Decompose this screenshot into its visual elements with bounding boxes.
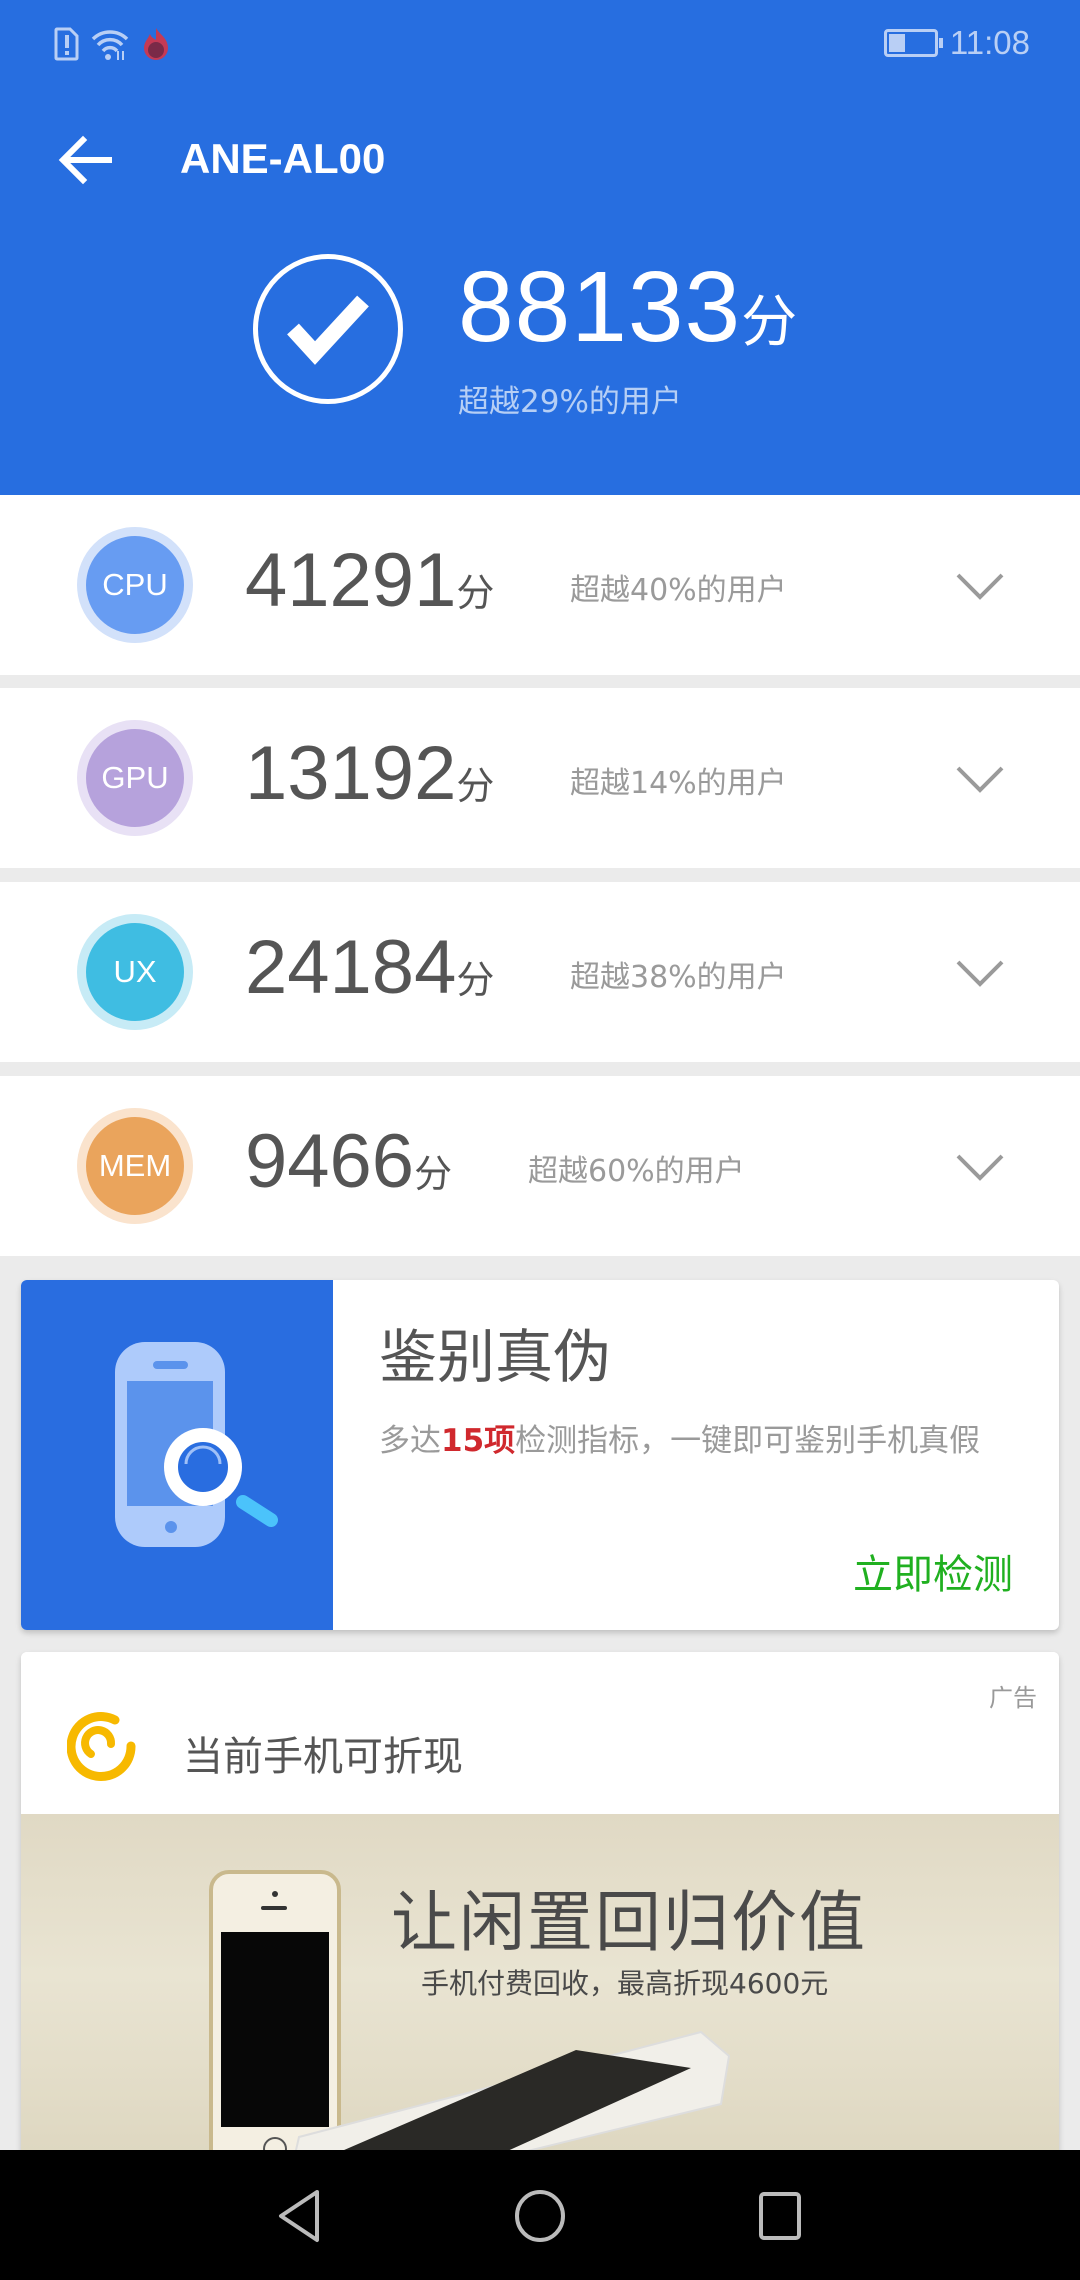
- ad-subline: 手机付费回收，最高折现4600元: [421, 1967, 829, 2000]
- swirl-logo-icon: [67, 1712, 136, 1781]
- nav-home-button[interactable]: [510, 2188, 570, 2244]
- desc-highlight: 15项: [441, 1423, 516, 1459]
- mem-score: 9466分: [245, 1118, 452, 1205]
- cpu-score: 41291分: [245, 537, 494, 624]
- ux-score-unit: 分: [456, 960, 495, 1002]
- nav-home-icon: [515, 2190, 565, 2242]
- check-now-button[interactable]: 立即检测: [853, 1542, 1013, 1600]
- score-row-ux[interactable]: UX 24184分 超越38%的用户: [0, 882, 1080, 1062]
- wifi-icon: [90, 27, 130, 65]
- total-score-section: 88133分 超越29%的用户: [0, 250, 1080, 440]
- chevron-down-icon[interactable]: [950, 950, 1010, 994]
- ux-score-value: 24184: [245, 925, 457, 1010]
- navigation-bar: [0, 2150, 1080, 2280]
- chevron-down-icon[interactable]: [950, 1144, 1010, 1188]
- cpu-badge: CPU: [77, 527, 193, 643]
- ux-percentile: 超越38%的用户: [570, 960, 787, 995]
- nav-back-icon: [279, 2190, 319, 2242]
- total-score: 88133分: [458, 250, 797, 365]
- desc-suffix: 检测指标，一键即可鉴别手机真假: [515, 1423, 981, 1459]
- ad-headline: 让闲置回归价值: [391, 1884, 867, 1961]
- phone-magnifier-icon: [115, 1342, 278, 1547]
- score-row-mem[interactable]: MEM 9466分 超越60%的用户: [0, 1076, 1080, 1256]
- ux-score: 24184分: [245, 924, 494, 1011]
- mem-score-value: 9466: [245, 1119, 415, 1204]
- gpu-score-value: 13192: [245, 731, 457, 816]
- verify-card-description: 多达15项检测指标，一键即可鉴别手机真假: [379, 1420, 1019, 1462]
- gpu-score-unit: 分: [456, 766, 495, 808]
- mem-badge: MEM: [77, 1108, 193, 1224]
- mem-score-unit: 分: [414, 1154, 453, 1196]
- total-percentile: 超越29%的用户: [458, 384, 682, 420]
- gpu-badge: GPU: [77, 720, 193, 836]
- verify-card-title: 鉴别真伪: [379, 1323, 612, 1391]
- gpu-badge-label: GPU: [86, 729, 184, 827]
- ad-banner-image[interactable]: 让闲置回归价值 手机付费回收，最高折现4600元: [21, 1814, 1059, 2172]
- nav-recents-icon: [759, 2192, 801, 2240]
- cpu-score-unit: 分: [456, 573, 495, 615]
- ad-header: 当前手机可折现 广告: [21, 1652, 1059, 1814]
- status-time: 11:08: [949, 24, 1030, 61]
- header: 11:08 ANE-AL00 88133分 超越29%的用户: [0, 0, 1080, 495]
- back-button[interactable]: [50, 128, 120, 192]
- gpu-percentile: 超越14%的用户: [570, 766, 787, 801]
- cpu-percentile: 超越40%的用户: [570, 573, 787, 608]
- chevron-down-icon[interactable]: [950, 756, 1010, 800]
- cpu-score-value: 41291: [245, 538, 457, 623]
- ad-label: 广告: [989, 1684, 1037, 1712]
- antutu-flame-icon: [140, 26, 172, 66]
- cpu-badge-label: CPU: [86, 536, 184, 634]
- verify-authenticity-card[interactable]: 鉴别真伪 多达15项检测指标，一键即可鉴别手机真假 立即检测: [21, 1280, 1059, 1630]
- status-bar: 11:08: [0, 0, 1080, 90]
- device-title: ANE-AL00: [180, 135, 386, 182]
- desc-prefix: 多达: [379, 1423, 441, 1459]
- toolbar: ANE-AL00: [0, 110, 1080, 210]
- mem-percentile: 超越60%的用户: [528, 1154, 745, 1189]
- ad-title: 当前手机可折现: [183, 1734, 463, 1780]
- arrow-left-icon: [58, 135, 112, 185]
- ad-card[interactable]: 当前手机可折现 广告 让闲置回归价值 手机付费回收，最高折现4600元: [21, 1652, 1059, 2172]
- sim-alert-icon: [54, 27, 80, 65]
- total-score-value: 88133: [458, 251, 742, 363]
- score-row-cpu[interactable]: CPU 41291分 超越40%的用户: [0, 495, 1080, 675]
- chevron-down-icon[interactable]: [950, 563, 1010, 607]
- verify-card-illustration: [21, 1280, 333, 1630]
- nav-back-button[interactable]: [270, 2188, 330, 2244]
- score-row-gpu[interactable]: GPU 13192分 超越14%的用户: [0, 688, 1080, 868]
- total-score-unit: 分: [741, 290, 798, 353]
- check-circle-icon: [253, 254, 403, 404]
- mem-badge-label: MEM: [86, 1117, 184, 1215]
- ux-badge: UX: [77, 914, 193, 1030]
- screen: 11:08 ANE-AL00 88133分 超越29%的用户 CPU 41291…: [0, 0, 1080, 2280]
- nav-recents-button[interactable]: [750, 2188, 810, 2244]
- ux-badge-label: UX: [86, 923, 184, 1021]
- gpu-score: 13192分: [245, 730, 494, 817]
- battery-icon: [883, 29, 943, 57]
